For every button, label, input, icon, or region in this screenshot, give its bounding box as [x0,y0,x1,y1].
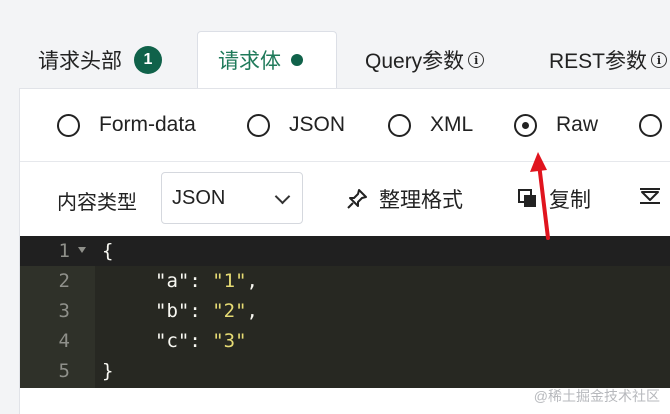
line-number: 2 [58,270,70,292]
json-value: "1" [212,270,247,292]
code-editor[interactable]: 1 { 2 "a": "1", 3 "b": "2", 4 "c": "3" 5… [20,236,670,388]
json-key: "b" [155,300,190,322]
radio-label: Raw [556,113,599,136]
annotation-arrow-icon [530,152,550,240]
radio-json[interactable]: JSON [247,111,345,139]
line-number: 1 [58,240,70,262]
tab-label: 请求头部 [38,50,122,73]
watermark: @稀土掘金技术社区 [533,388,660,404]
tab-request-headers[interactable]: 请求头部 1 [38,32,162,88]
tab-label: REST参数 [549,50,648,73]
tab-rest-params[interactable]: REST参数 i [549,32,668,88]
count-badge: 1 [134,46,162,74]
radio-form-data[interactable]: Form-data [57,111,196,139]
radio-label: JSON [289,113,346,136]
code-line: 4 "c": "3" [20,326,670,356]
radio-circle-icon [247,113,270,137]
code-content: "b": "2", [155,300,258,322]
collapse-button[interactable] [638,184,670,208]
code-line: 5 } [20,356,670,386]
info-icon[interactable]: i [651,52,668,68]
radio-label: Form-data [99,113,196,136]
close-brace: } [102,360,114,382]
tab-query-params[interactable]: Query参数 i [365,32,485,88]
collapse-icon [640,188,660,204]
json-key: "a" [155,270,190,292]
fold-arrow-icon[interactable] [78,247,86,253]
radio-label: XML [430,113,474,136]
line-number: 5 [58,360,70,382]
json-key: "c" [155,330,190,352]
code-line: 3 "b": "2", [20,296,670,326]
json-value: "2" [212,300,247,322]
line-number: 4 [58,330,70,352]
body-toolbar: 内容类型 JSON 整理格式 复制 [20,162,670,236]
radio-checked-icon [514,113,537,137]
select-value: JSON [172,186,226,209]
content-type-select[interactable]: JSON [161,172,303,224]
radio-xml[interactable]: XML [388,111,473,139]
content-type-label: 内容类型 [57,192,137,214]
tab-label: 请求体 [218,50,281,73]
code-line: 2 "a": "1", [20,266,670,296]
tab-label: Query参数 [365,50,465,73]
radio-more[interactable] [639,111,670,139]
body-type-radio-group: Form-data JSON XML Raw [20,89,670,162]
open-brace: { [102,240,114,262]
chevron-down-icon [274,188,291,205]
line-number: 3 [58,300,70,322]
pin-icon [347,189,367,209]
format-button[interactable]: 整理格式 [345,184,463,214]
info-icon[interactable]: i [468,52,485,68]
radio-raw[interactable]: Raw [514,111,598,139]
active-dot-icon [291,54,303,66]
code-content: "c": "3" [155,330,247,352]
json-value: "3" [212,330,247,352]
radio-circle-icon [57,113,80,137]
tab-request-body[interactable]: 请求体 [197,31,337,88]
format-label: 整理格式 [379,189,463,212]
tab-bar: 请求头部 1 请求体 Query参数 i REST参数 i [0,0,670,88]
radio-circle-icon [388,113,411,137]
request-body-panel: Form-data JSON XML Raw 内容类型 JSON 整理格式 复制… [19,88,670,414]
code-content: "a": "1", [155,270,258,292]
code-line: 1 { [20,236,670,266]
radio-circle-icon [639,113,662,137]
